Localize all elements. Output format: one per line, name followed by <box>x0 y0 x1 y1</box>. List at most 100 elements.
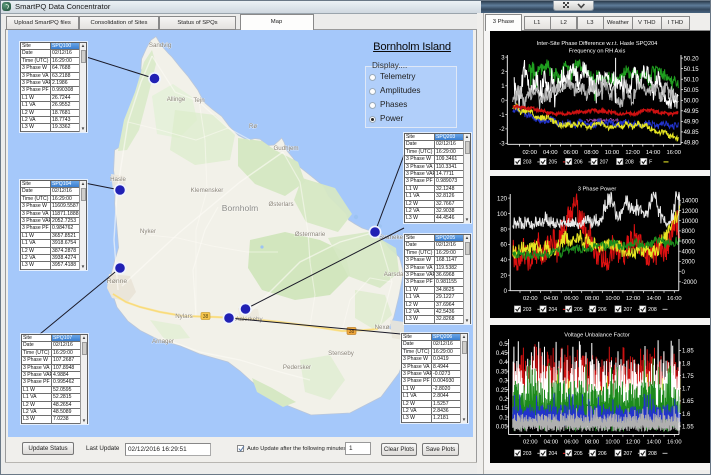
svg-text:0.15: 0.15 <box>496 406 508 412</box>
svg-text:Rønne: Rønne <box>107 278 128 285</box>
svg-text:0.25: 0.25 <box>496 388 508 394</box>
svg-text:Hasle: Hasle <box>110 176 126 183</box>
svg-text:206: 206 <box>574 160 583 166</box>
svg-text:06:00: 06:00 <box>564 296 579 302</box>
svg-text:10:00: 10:00 <box>605 439 620 445</box>
svg-text:Østerlars: Østerlars <box>268 201 293 208</box>
svg-text:204: 204 <box>549 451 558 457</box>
svg-text:0.35: 0.35 <box>496 369 508 375</box>
svg-text:08:00: 08:00 <box>584 150 599 156</box>
svg-text:16:00: 16:00 <box>666 150 681 156</box>
svg-text:F: F <box>649 160 652 166</box>
svg-text:0.05: 0.05 <box>496 424 508 430</box>
svg-text:0.5: 0.5 <box>499 342 508 348</box>
svg-text:02:00: 02:00 <box>523 296 538 302</box>
svg-text:06:00: 06:00 <box>564 150 579 156</box>
svg-text:Gudhjem: Gudhjem <box>273 145 298 152</box>
svg-text:1.8: 1.8 <box>682 361 691 367</box>
svg-text:49.90: 49.90 <box>684 120 700 126</box>
svg-text:50.20: 50.20 <box>684 56 700 62</box>
svg-text:50.05: 50.05 <box>684 88 700 94</box>
svg-text:205: 205 <box>574 307 583 313</box>
svg-text:49.85: 49.85 <box>684 130 700 136</box>
svg-text:3 Phase Power: 3 Phase Power <box>578 187 617 193</box>
svg-text:207: 207 <box>624 307 633 313</box>
svg-text:-3: -3 <box>499 142 505 148</box>
svg-text:-2000: -2000 <box>682 280 698 286</box>
svg-text:1.75: 1.75 <box>682 374 694 380</box>
svg-text:4000: 4000 <box>682 250 696 256</box>
svg-text:14:00: 14:00 <box>646 150 661 156</box>
svg-text:50.15: 50.15 <box>684 67 700 73</box>
svg-text:0.4: 0.4 <box>499 360 508 366</box>
svg-text:Nexø: Nexø <box>375 324 390 331</box>
svg-text:206: 206 <box>598 307 607 313</box>
svg-text:14000: 14000 <box>682 199 699 205</box>
svg-text:207: 207 <box>624 451 633 457</box>
svg-text:49.80: 49.80 <box>684 141 700 147</box>
svg-text:08:00: 08:00 <box>585 296 600 302</box>
svg-text:Bornholm: Bornholm <box>222 203 258 213</box>
svg-text:38: 38 <box>203 314 209 320</box>
svg-text:Allinge: Allinge <box>167 96 186 103</box>
svg-text:Stenseby: Stenseby <box>328 350 355 357</box>
svg-text:16:00: 16:00 <box>667 439 682 445</box>
svg-text:208: 208 <box>648 307 657 313</box>
svg-text:12:00: 12:00 <box>626 296 641 302</box>
svg-text:Østermarie: Østermarie <box>295 231 326 238</box>
svg-text:208: 208 <box>625 160 634 166</box>
svg-text:14:00: 14:00 <box>646 439 661 445</box>
svg-text:0.2: 0.2 <box>499 397 508 403</box>
svg-text:02:00: 02:00 <box>523 439 538 445</box>
svg-text:-1: -1 <box>499 113 505 119</box>
svg-text:206: 206 <box>598 451 607 457</box>
svg-text:203: 203 <box>523 451 532 457</box>
svg-text:Sandvig: Sandvig <box>149 42 172 49</box>
svg-text:203: 203 <box>523 307 532 313</box>
svg-text:20: 20 <box>500 274 507 280</box>
svg-text:Klemensker: Klemensker <box>191 187 224 194</box>
svg-text:10:00: 10:00 <box>605 150 620 156</box>
svg-text:1.85: 1.85 <box>682 349 694 355</box>
svg-text:207: 207 <box>600 160 609 166</box>
svg-text:0.1: 0.1 <box>499 415 508 421</box>
svg-text:120: 120 <box>497 196 508 202</box>
svg-text:208: 208 <box>648 451 657 457</box>
svg-text:203: 203 <box>523 160 532 166</box>
svg-text:Arnager: Arnager <box>152 338 174 345</box>
svg-text:1.6: 1.6 <box>682 412 691 418</box>
svg-text:10:00: 10:00 <box>605 296 620 302</box>
svg-text:Voltage Unbalance Factor: Voltage Unbalance Factor <box>564 333 630 339</box>
svg-text:205: 205 <box>549 160 558 166</box>
svg-text:Tejn: Tejn <box>193 97 205 104</box>
svg-text:Rø: Rø <box>249 124 257 130</box>
svg-text:08:00: 08:00 <box>585 439 600 445</box>
svg-text:10000: 10000 <box>682 219 699 225</box>
svg-text:50.10: 50.10 <box>684 78 700 84</box>
svg-text:60: 60 <box>500 243 507 249</box>
svg-text:40: 40 <box>500 258 507 264</box>
svg-text:Nyker: Nyker <box>140 228 156 235</box>
svg-text:14:00: 14:00 <box>646 296 661 302</box>
svg-text:04:00: 04:00 <box>544 439 559 445</box>
svg-text:80: 80 <box>500 227 507 233</box>
svg-text:6000: 6000 <box>682 239 696 245</box>
svg-text:06:00: 06:00 <box>564 439 579 445</box>
svg-text:8000: 8000 <box>682 229 696 235</box>
svg-text:0.45: 0.45 <box>496 351 508 357</box>
svg-text:1.55: 1.55 <box>682 424 694 430</box>
svg-text:0.3: 0.3 <box>499 379 508 385</box>
svg-text:205: 205 <box>574 451 583 457</box>
svg-text:16:00: 16:00 <box>667 296 682 302</box>
svg-text:12000: 12000 <box>682 209 699 215</box>
svg-text:1.7: 1.7 <box>682 387 691 393</box>
svg-text:12:00: 12:00 <box>626 439 641 445</box>
svg-text:-2: -2 <box>499 127 505 133</box>
svg-text:Nylars: Nylars <box>175 313 193 320</box>
svg-text:Inter-Site Phase Difference w.: Inter-Site Phase Difference w.r.t. Hasle… <box>537 41 658 47</box>
svg-text:04:00: 04:00 <box>544 296 559 302</box>
svg-text:12:00: 12:00 <box>625 150 640 156</box>
svg-text:2000: 2000 <box>682 260 696 266</box>
svg-text:1.65: 1.65 <box>682 399 694 405</box>
svg-text:Pedersker: Pedersker <box>283 364 311 371</box>
